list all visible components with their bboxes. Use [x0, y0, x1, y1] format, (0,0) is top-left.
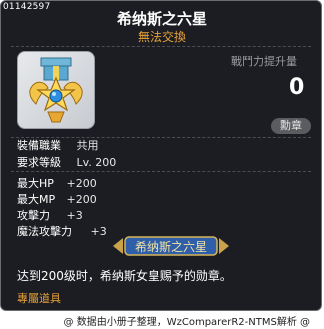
requirement-value: Lv. 200: [76, 156, 117, 169]
item-tooltip: 01142597 希纳斯之六星 無法交換 戰鬥力提升量 0 勳章 裝備職業 共用…: [0, 0, 322, 311]
power-increase-label: 戰鬥力提升量: [231, 55, 297, 68]
stat-key: 攻擊力: [17, 209, 50, 222]
stat-row-attack: 攻擊力 +3: [17, 207, 83, 223]
exclusive-item-label: 專屬道具: [17, 292, 61, 305]
stat-row-magic-attack: 魔法攻擊力 +3: [17, 223, 107, 239]
divider: [11, 46, 311, 47]
trade-status: 無法交換: [137, 30, 186, 44]
requirement-key: 裝備職業: [17, 139, 61, 152]
medal-badge: 勳章: [271, 118, 311, 134]
divider: [11, 171, 311, 172]
item-description: 达到200级时，希纳斯女皇赐予的勋章。: [17, 269, 232, 283]
stat-value: +3: [90, 225, 107, 238]
medal-icon: [29, 57, 83, 123]
stat-row-mp: 最大MP +200: [17, 191, 97, 207]
requirement-key: 要求等級: [17, 156, 61, 169]
stat-key: 魔法攻擊力: [17, 225, 72, 238]
set-name-label: 希纳斯之六星: [134, 240, 207, 254]
stat-row-hp: 最大HP +200: [17, 175, 97, 191]
requirement-row-level: 要求等級 Lv. 200: [17, 154, 116, 170]
requirement-value: 共用: [76, 139, 99, 152]
item-title: 希纳斯之六星: [116, 10, 207, 28]
requirement-row-job: 裝備職業 共用: [17, 137, 99, 153]
stat-value: +200: [66, 193, 97, 206]
footer-credit: @ 数据由小册子整理，WzComparerR2-NTMS解析 @: [63, 317, 310, 328]
stat-value: +200: [66, 177, 97, 190]
stat-key: 最大MP: [17, 193, 56, 206]
stat-key: 最大HP: [17, 177, 54, 190]
item-icon-frame: [17, 51, 95, 129]
power-increase-value: 0: [289, 75, 305, 100]
stat-value: +3: [66, 209, 83, 222]
